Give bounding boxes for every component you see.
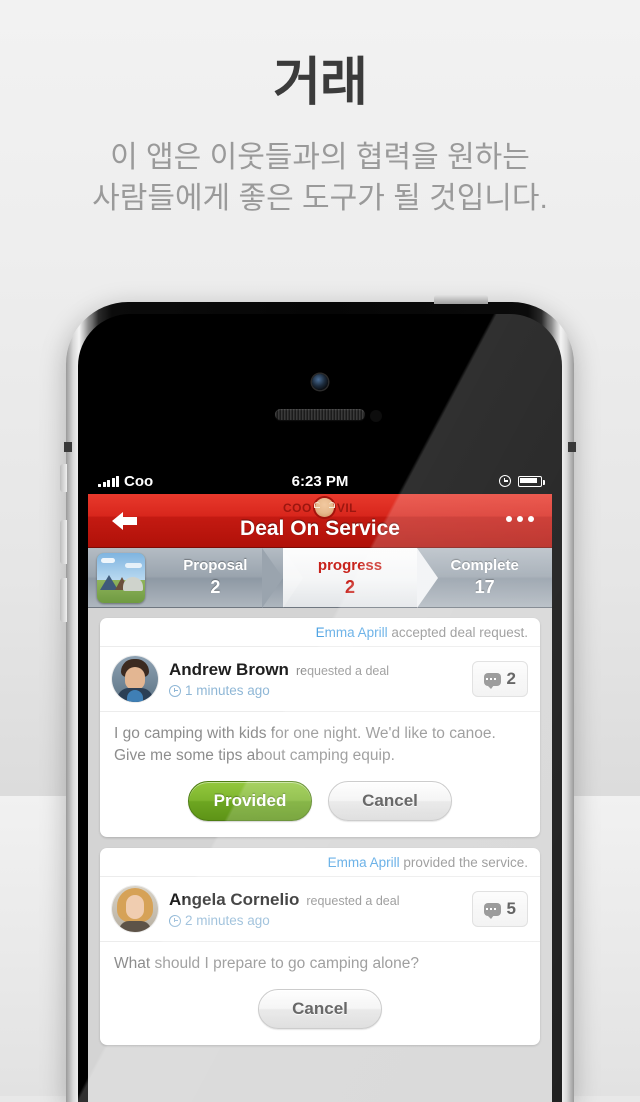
card-actions: Provided Cancel [100, 767, 540, 837]
card-timestamp: 1 minutes ago [185, 683, 270, 698]
card-user-info: Angela Cornelio requested a deal 2 minut… [158, 890, 472, 928]
phone-glass: Coo 6:23 PM COO VIL Deal On Service Prop… [78, 314, 562, 1102]
earpiece-speaker-icon [275, 409, 365, 420]
step-proposal-count: 2 [210, 576, 221, 597]
avatar[interactable] [112, 656, 158, 702]
card-message: I go camping with kids for one night. We… [100, 711, 540, 767]
comment-count: 2 [506, 669, 516, 688]
cancel-button[interactable]: Cancel [258, 989, 382, 1029]
page-title: 거래 [273, 54, 368, 112]
comment-count: 5 [506, 899, 516, 918]
card-message: What should I prepare to go camping alon… [100, 941, 540, 975]
provided-button[interactable]: Provided [188, 781, 312, 821]
card-user-info: Andrew Brown requested a deal 1 minutes … [158, 660, 472, 698]
marketing-copy: 거래 이 앱은 이웃들과의 협력을 원하는 사람들에게 좋은 도구가 될 것입니… [0, 0, 640, 219]
app-screen: Coo 6:23 PM COO VIL Deal On Service Prop… [88, 468, 552, 1102]
volume-up-button[interactable] [60, 520, 67, 564]
proximity-sensor-icon [370, 410, 382, 422]
page-subtitle-line-2: 사람들에게 좋은 도구가 될 것입니다. [92, 181, 548, 215]
antenna-band-right [568, 442, 576, 452]
card-user-action: requested a deal [306, 894, 400, 908]
card-timestamp: 2 minutes ago [185, 913, 270, 928]
card-activity-user[interactable]: Emma Aprill [316, 625, 388, 640]
logo-text-right: VIL [336, 500, 357, 515]
status-bar-right [499, 475, 545, 487]
card-actions: Cancel [100, 975, 540, 1045]
card-activity-user[interactable]: Emma Aprill [328, 855, 400, 870]
alarm-clock-icon [499, 475, 511, 487]
more-options-icon[interactable] [506, 516, 534, 522]
battery-icon [518, 475, 545, 487]
power-button[interactable] [434, 295, 488, 304]
logo-text-left: COO [282, 500, 312, 515]
card-user-action: requested a deal [295, 664, 390, 678]
page-subtitle: 이 앱은 이웃들과의 협력을 원하는 사람들에게 좋은 도구가 될 것입니다. [0, 138, 640, 219]
phone-mockup: Coo 6:23 PM COO VIL Deal On Service Prop… [60, 295, 576, 1102]
antenna-band-left [64, 442, 72, 452]
comment-bubble-icon [483, 902, 501, 919]
avatar[interactable] [112, 886, 158, 932]
step-progress-count: 2 [345, 576, 356, 597]
nav-title: Deal On Service [240, 517, 400, 540]
step-complete-label: Complete [450, 556, 519, 574]
deal-stage-bar: Proposal 2 progress 2 Complete 17 [88, 548, 552, 608]
clock-icon [169, 914, 181, 927]
nav-bar: COO VIL Deal On Service [88, 494, 552, 548]
cancel-button[interactable]: Cancel [328, 781, 452, 821]
deal-thumbnail[interactable] [88, 548, 148, 607]
card-activity-note: Emma Aprill provided the service. [100, 848, 540, 877]
card-header: Angela Cornelio requested a deal 2 minut… [100, 877, 540, 941]
step-complete-count: 17 [474, 576, 495, 597]
comment-count-button[interactable]: 5 [471, 891, 528, 927]
volume-down-button[interactable] [60, 578, 67, 622]
deal-feed: Emma Aprill accepted deal request. Andre… [88, 608, 552, 1066]
card-activity-text: provided the service. [399, 855, 528, 870]
page-subtitle-line-1: 이 앱은 이웃들과의 협력을 원하는 [110, 141, 530, 175]
step-progress-label: progress [317, 556, 383, 574]
step-progress[interactable]: progress 2 [261, 548, 438, 608]
card-activity-note: Emma Aprill accepted deal request. [100, 618, 540, 647]
camping-photo-thumbnail [97, 552, 145, 603]
comment-bubble-icon [483, 672, 501, 689]
deal-card: Emma Aprill accepted deal request. Andre… [100, 618, 540, 837]
step-proposal-label: Proposal [183, 556, 248, 574]
status-bar-time: 6:23 PM [291, 472, 349, 490]
card-user-name[interactable]: Andrew Brown [169, 660, 289, 680]
comment-count-button[interactable]: 2 [471, 661, 528, 697]
deal-card: Emma Aprill provided the service. Angela… [100, 848, 540, 1045]
mute-switch[interactable] [60, 464, 67, 492]
front-camera-icon [312, 374, 328, 390]
bull-head-icon [313, 498, 335, 517]
app-logo: COO VIL [88, 498, 552, 517]
card-header: Andrew Brown requested a deal 1 minutes … [100, 647, 540, 711]
clock-icon [169, 684, 181, 697]
card-activity-text: accepted deal request. [387, 625, 528, 640]
status-bar: Coo 6:23 PM [88, 468, 552, 494]
card-user-name[interactable]: Angela Cornelio [169, 890, 299, 910]
